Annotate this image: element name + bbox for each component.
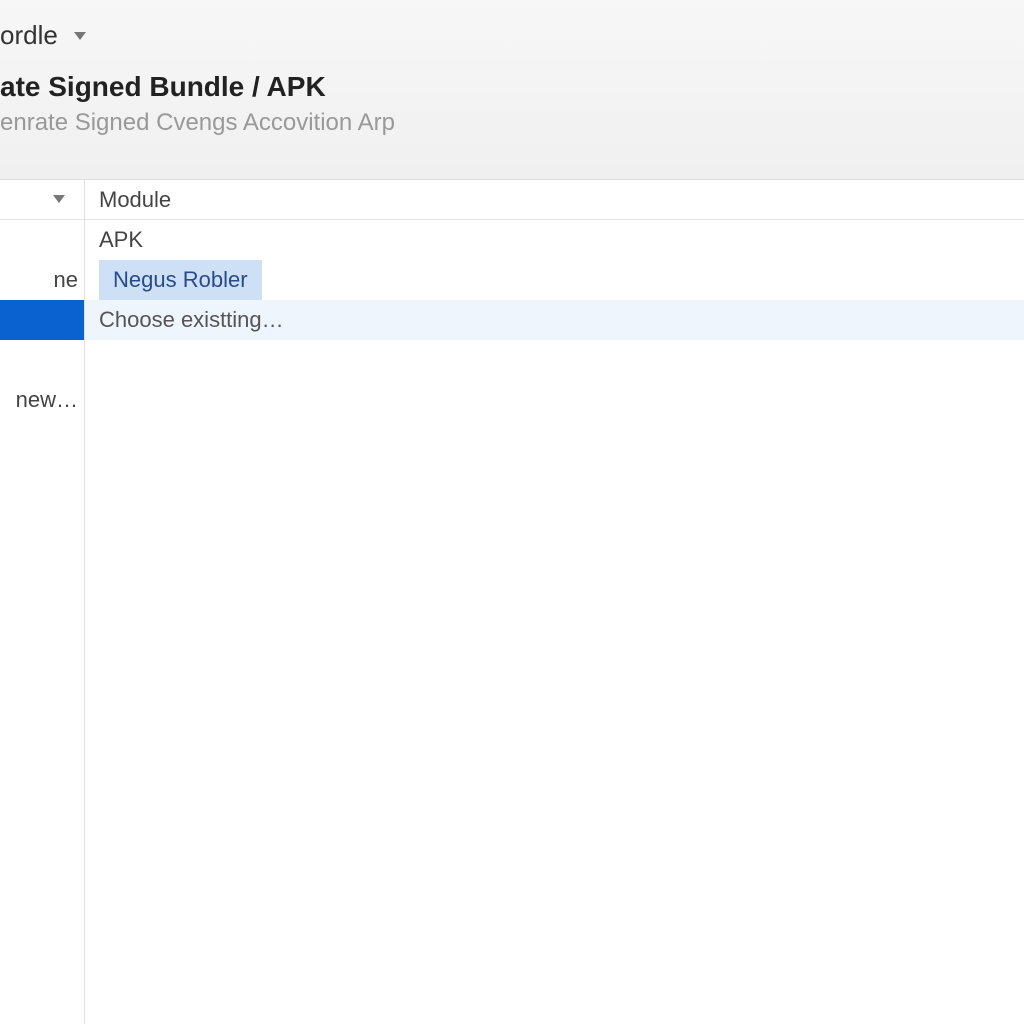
chevron-down-icon [72,30,88,42]
main-column-header: Module [85,180,1024,220]
sidebar-item[interactable] [0,220,84,260]
sidebar-header[interactable] [0,180,84,220]
module-row-choose-existing[interactable]: Choose existting… [85,300,1024,340]
project-selector[interactable]: ordle [0,16,1024,71]
sidebar-item-label: new… [16,387,78,413]
main-panel: Module APK Negus Robler Choose existting… [85,180,1024,1024]
module-row-label: Choose existting… [99,307,284,333]
sidebar-item-new[interactable]: new… [0,380,84,420]
project-name: ordle [0,20,58,51]
dialog-header: ordle ate Signed Bundle / APK enrate Sig… [0,0,1024,180]
sidebar: ne new… [0,180,85,1024]
content-columns: ne new… Module APK Negus Robler Choose e… [0,180,1024,1024]
sidebar-item[interactable] [0,340,84,380]
sidebar-item-selected[interactable] [0,300,84,340]
module-row-label: Negus Robler [99,260,262,300]
module-row[interactable]: APK [85,220,1024,260]
sidebar-item-label: ne [54,267,78,293]
sidebar-item[interactable]: ne [0,260,84,300]
module-row-highlighted[interactable]: Negus Robler [85,260,1024,300]
main-header-label: Module [99,187,171,213]
dialog-title: ate Signed Bundle / APK [0,71,1024,109]
module-row-label: APK [99,227,143,253]
dialog-subtitle: enrate Signed Cvengs Accovition Arp [0,109,1024,151]
chevron-down-icon [52,191,66,209]
